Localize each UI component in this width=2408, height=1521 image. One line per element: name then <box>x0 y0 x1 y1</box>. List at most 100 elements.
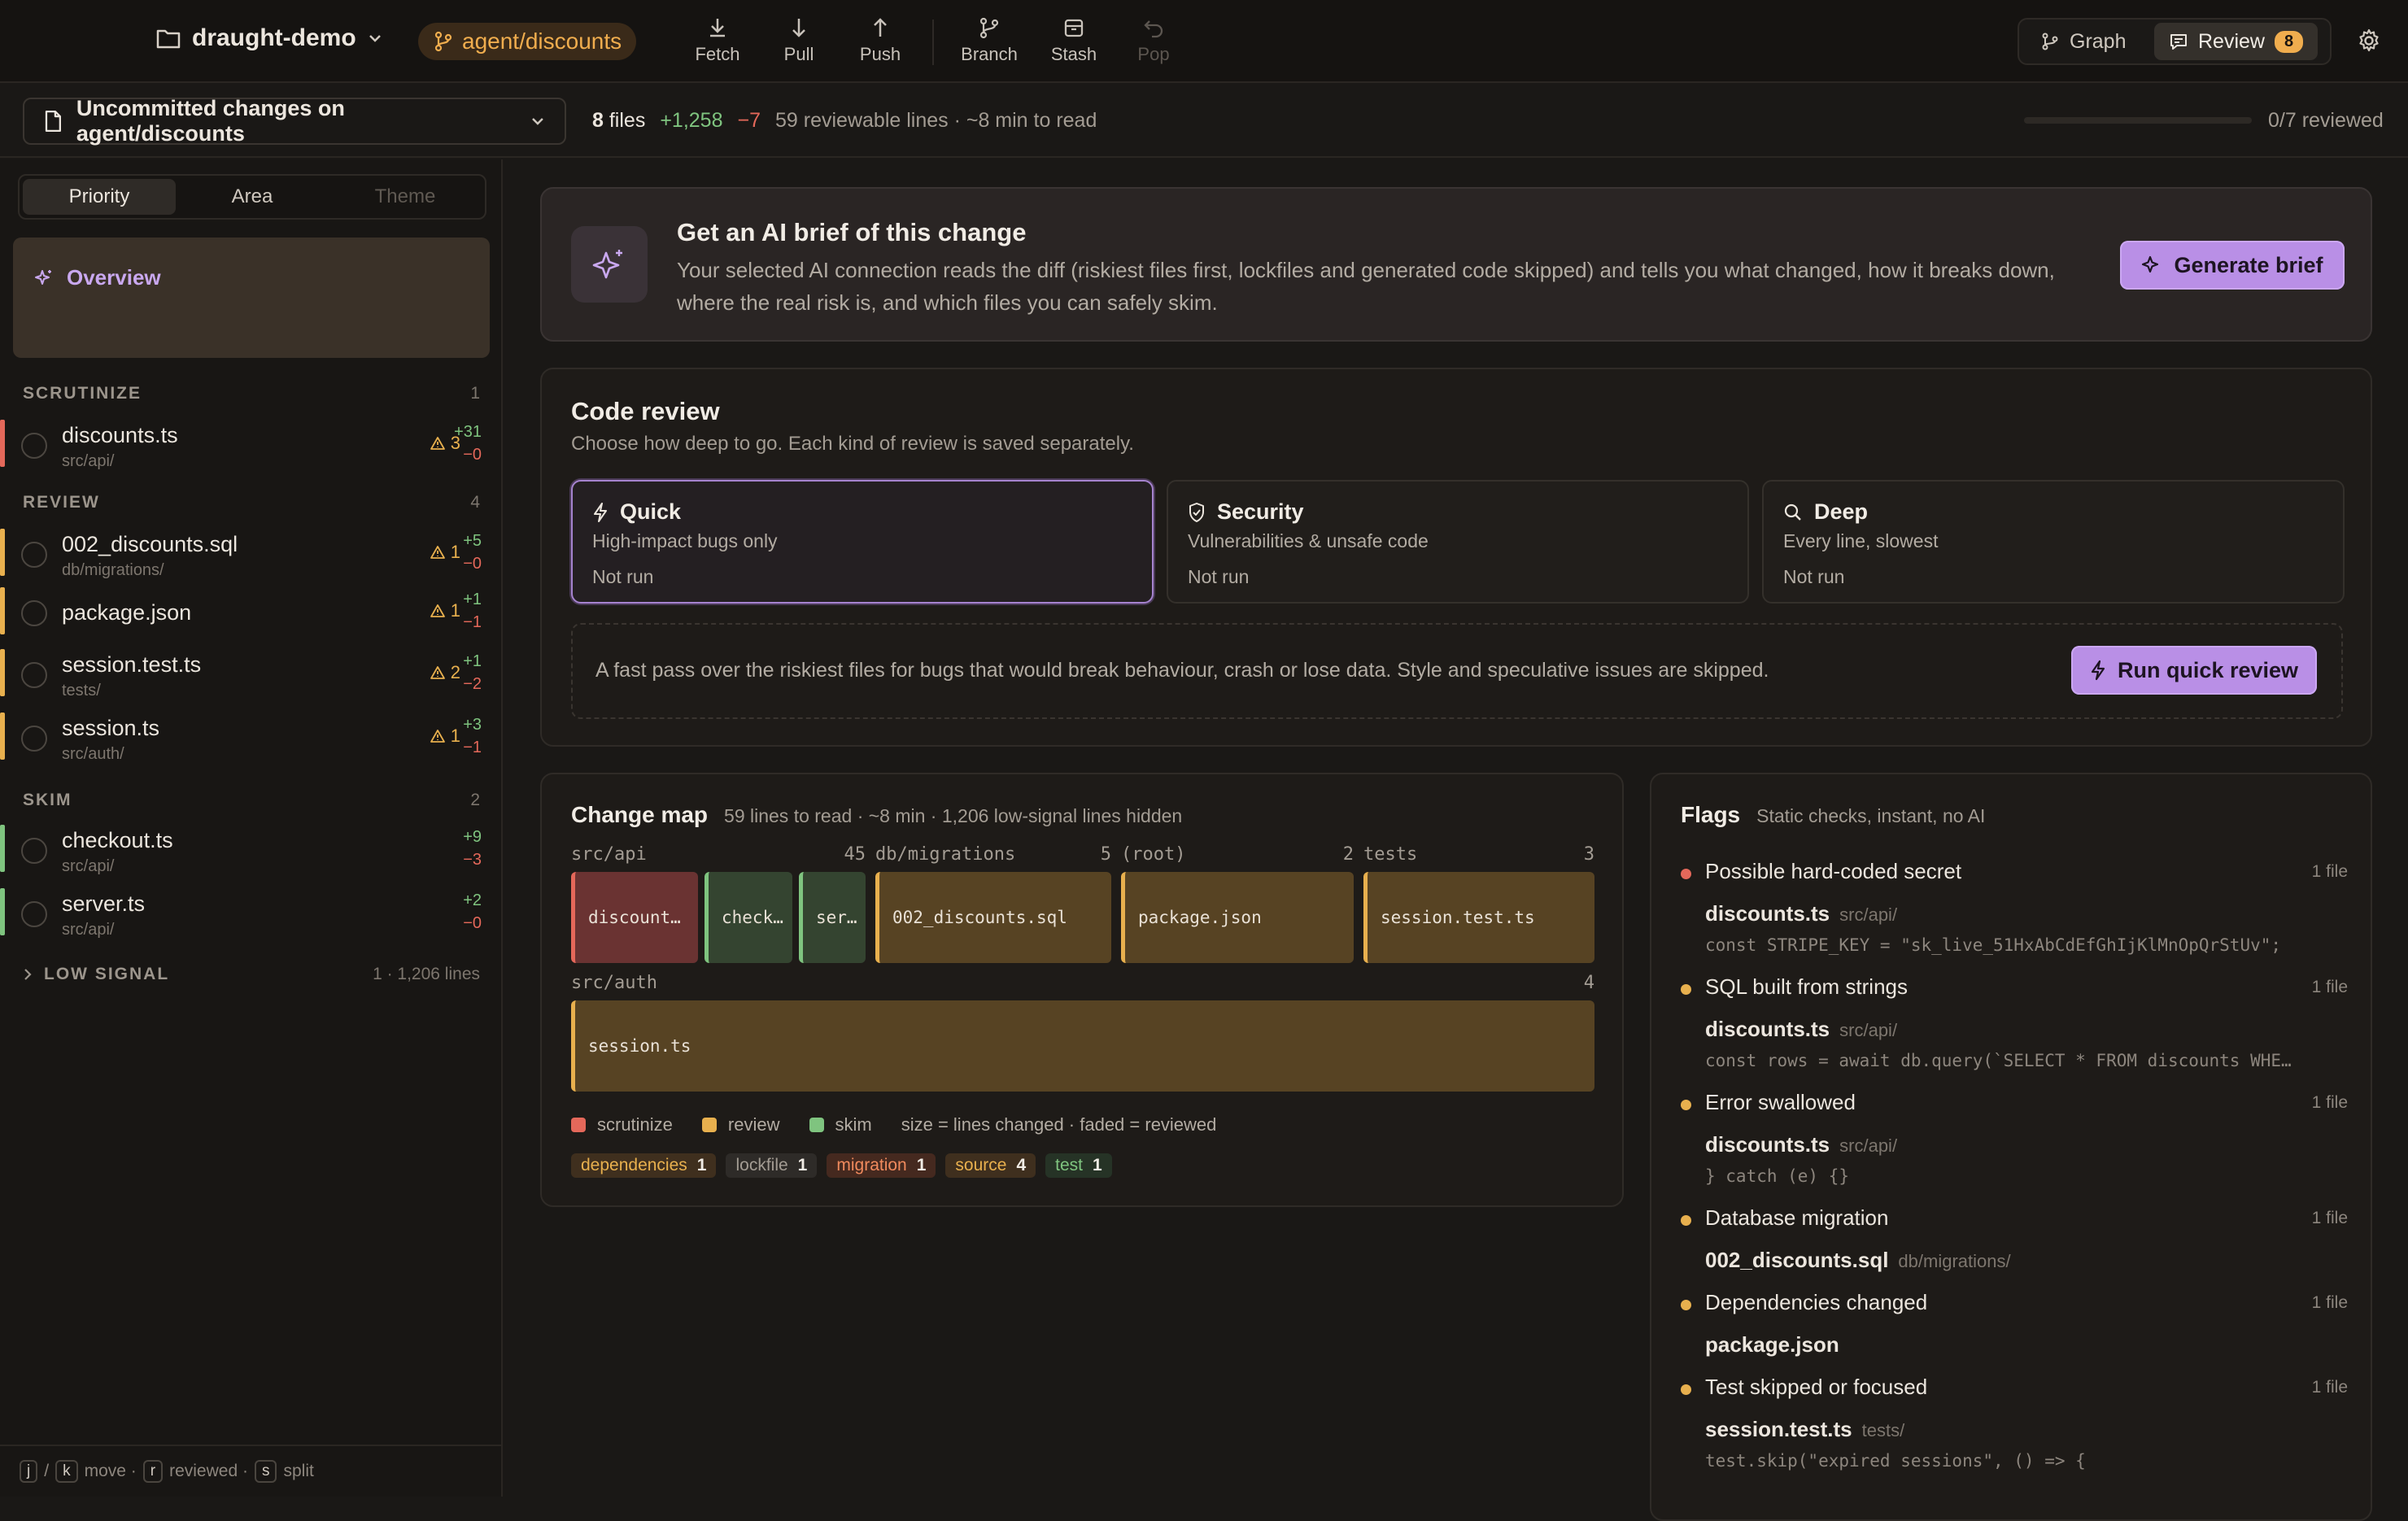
map-tile-package-json[interactable]: package.json <box>1121 872 1354 963</box>
additions: +2 <box>463 891 482 909</box>
deletions-count: −7 <box>737 109 761 132</box>
mode-name: Quick <box>620 499 682 524</box>
changes-selector-label: Uncommitted changes on agent/discounts <box>76 96 345 146</box>
download-icon <box>710 19 725 37</box>
review-tab[interactable]: Review 8 <box>2154 23 2319 60</box>
file-row-checkout-ts[interactable]: checkout.ts src/api/ +9 −3 <box>0 820 503 877</box>
overview-item[interactable]: Overview <box>13 238 490 358</box>
map-tile-002-discounts-sql[interactable]: 002_discounts.sql <box>875 872 1111 963</box>
reviewed-checkbox[interactable] <box>21 433 47 459</box>
legend-swatch-scrutinize <box>571 1118 586 1132</box>
pull-button[interactable]: Pull <box>758 16 840 65</box>
file-row-session-test-ts[interactable]: session.test.ts tests/ 2 +1 −2 <box>0 644 503 701</box>
legend-scrutinize: scrutinize <box>597 1114 673 1135</box>
graph-tab[interactable]: Graph <box>2026 23 2140 60</box>
chip-dependencies[interactable]: dependencies 1 <box>571 1153 717 1178</box>
arrow-up-icon <box>874 18 887 37</box>
repo-name: draught-demo <box>192 24 356 51</box>
repo-selector[interactable]: draught-demo <box>156 24 382 52</box>
stash-button[interactable]: Stash <box>1033 16 1115 65</box>
dir-label-tests: tests 3 <box>1363 844 1594 865</box>
undo-icon <box>1144 20 1163 38</box>
flag-code-snippet: test.skip("expired sessions", () => { <box>1705 1451 2086 1471</box>
severity-dot <box>1681 1384 1691 1395</box>
flag-count: 1 file <box>2311 978 2348 996</box>
flag-file-link[interactable]: discounts.ts src/api/ <box>1705 901 1897 926</box>
reviewed-checkbox[interactable] <box>21 901 47 927</box>
flag-file-link[interactable]: session.test.ts tests/ <box>1705 1417 1904 1442</box>
review-mode-quick[interactable]: Quick High-impact bugs only Not run <box>571 480 1154 604</box>
hint-move: move · <box>84 1462 137 1480</box>
flag-file-link[interactable]: discounts.ts src/api/ <box>1705 1017 1897 1042</box>
dir-label-root: (root) 2 <box>1121 844 1354 865</box>
file-icon <box>45 110 61 133</box>
map-tile-session-ts[interactable]: session.ts <box>571 1000 1594 1092</box>
reviewed-checkbox[interactable] <box>21 600 47 626</box>
flag-code-snippet: const STRIPE_KEY = "sk_live_51HxAbCdEfGh… <box>1705 935 2282 955</box>
severity-dot <box>1681 1300 1691 1310</box>
flag-title: Error swallowed <box>1705 1090 1856 1114</box>
file-row-discounts[interactable]: discounts.ts src/api/ 3 +31 −0 <box>0 415 503 472</box>
code-review-title: Code review <box>571 397 720 425</box>
tab-priority[interactable]: Priority <box>23 179 176 215</box>
file-sidebar: Priority Area Theme Overview SCRUTINIZE 1… <box>0 159 503 1497</box>
change-map-card: Change map 59 lines to read · ~8 min · 1,… <box>540 773 1624 1207</box>
reviewable-summary: 59 reviewable lines · ~8 min to read <box>775 109 1097 132</box>
mode-status: Not run <box>1783 566 1845 587</box>
additions: +1 <box>463 652 482 670</box>
file-row-package-json[interactable]: package.json 1 +1 −1 <box>0 582 503 639</box>
map-tile-session-test-ts[interactable]: session.test.ts <box>1363 872 1594 963</box>
folder-icon <box>156 29 181 49</box>
file-row-002-discounts-sql[interactable]: 002_discounts.sql db/migrations/ 1 +5 −0 <box>0 524 503 581</box>
chip-lockfile[interactable]: lockfile 1 <box>726 1153 818 1178</box>
severity-dot <box>1681 869 1691 879</box>
reviewed-checkbox[interactable] <box>21 726 47 752</box>
map-tile-discounts-ts[interactable]: discount… <box>571 872 698 963</box>
legend-swatch-review <box>701 1118 717 1132</box>
file-row-session-ts[interactable]: session.ts src/auth/ 1 +3 −1 <box>0 708 503 765</box>
settings-button[interactable] <box>2356 28 2382 54</box>
flag-file-link[interactable]: discounts.ts src/api/ <box>1705 1132 1897 1157</box>
reviewed-count: 0/7 reviewed <box>2268 109 2384 132</box>
branch-name: agent/discounts <box>462 28 622 54</box>
reviewed-checkbox[interactable] <box>21 662 47 688</box>
generate-brief-button[interactable]: Generate brief <box>2120 241 2345 290</box>
hint-split: split <box>283 1462 314 1480</box>
flag-title: Database migration <box>1705 1205 1889 1230</box>
review-mode-deep[interactable]: Deep Every line, slowest Not run <box>1762 480 2345 604</box>
mode-description: Vulnerabilities & unsafe code <box>1188 530 1429 551</box>
reviewed-checkbox[interactable] <box>21 542 47 568</box>
group-header-skim: SKIM 2 <box>23 791 480 809</box>
tab-area[interactable]: Area <box>176 179 329 215</box>
run-quick-review-button[interactable]: Run quick review <box>2071 646 2317 695</box>
fetch-button[interactable]: Fetch <box>677 16 758 65</box>
legend-skim: skim <box>835 1114 872 1135</box>
reviewed-checkbox[interactable] <box>21 838 47 864</box>
push-button[interactable]: Push <box>840 16 921 65</box>
chevron-down-icon <box>532 118 543 125</box>
deletions: −0 <box>463 555 482 573</box>
tab-theme[interactable]: Theme <box>329 179 482 215</box>
flag-count: 1 file <box>2311 1293 2348 1312</box>
flag-file-link[interactable]: package.json <box>1705 1332 1849 1358</box>
branch-icon <box>979 17 999 39</box>
map-tile-checkout-ts[interactable]: check… <box>705 872 792 963</box>
review-mode-security[interactable]: Security Vulnerabilities & unsafe code N… <box>1167 480 1749 604</box>
flag-code-snippet: const rows = await db.query(`SELECT * FR… <box>1705 1051 2292 1070</box>
chip-test[interactable]: test 1 <box>1045 1153 1112 1178</box>
chip-source[interactable]: source 4 <box>945 1153 1036 1178</box>
pop-button[interactable]: Pop <box>1113 16 1194 65</box>
severity-dot <box>1681 1100 1691 1110</box>
branch-selector[interactable]: agent/discounts <box>418 23 637 60</box>
flag-title: Dependencies changed <box>1705 1290 1928 1314</box>
flag-title: Test skipped or focused <box>1705 1375 1928 1399</box>
flag-file-link[interactable]: 002_discounts.sql db/migrations/ <box>1705 1248 2011 1273</box>
branch-button[interactable]: Branch <box>949 16 1030 65</box>
changes-selector[interactable]: Uncommitted changes on agent/discounts <box>23 96 566 146</box>
low-signal-group[interactable]: LOW SIGNAL 1 · 1,206 lines <box>23 965 480 984</box>
map-tile-server-ts[interactable]: ser… <box>799 872 866 963</box>
file-row-server-ts[interactable]: server.ts src/api/ +2 −0 <box>0 883 503 940</box>
mode-description: Every line, slowest <box>1783 530 1939 551</box>
change-map-legend: scrutinize review skim size = lines chan… <box>571 1114 1216 1135</box>
chip-migration[interactable]: migration 1 <box>827 1153 936 1178</box>
